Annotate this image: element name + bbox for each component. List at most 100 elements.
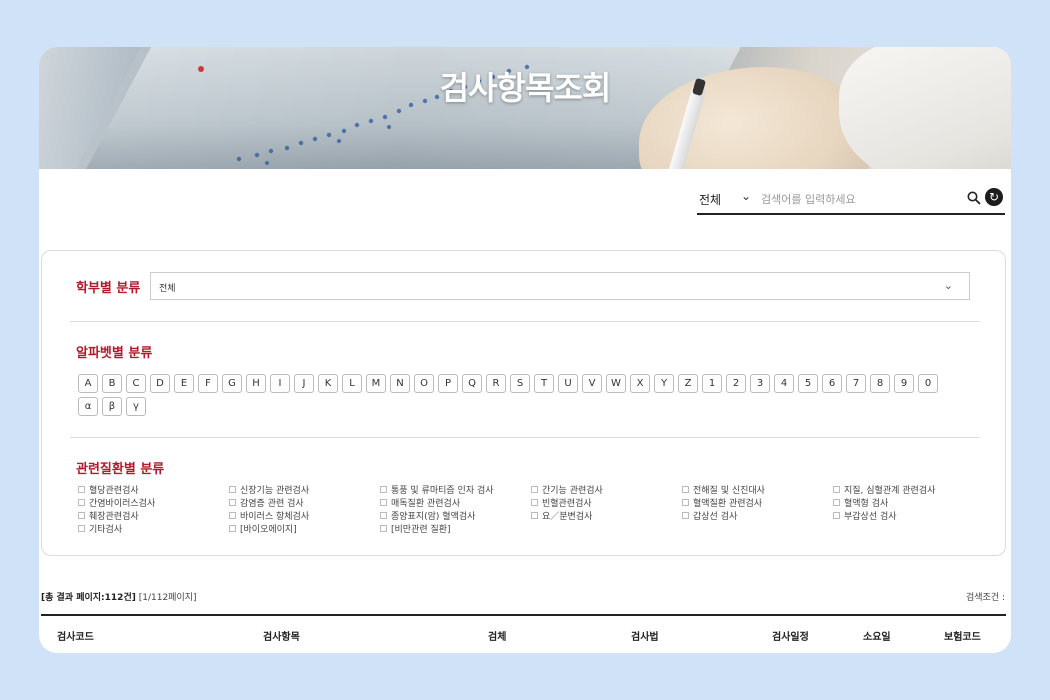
alpha-button[interactable]: N <box>390 374 410 393</box>
alpha-button[interactable]: G <box>222 374 242 393</box>
checkbox[interactable] <box>833 486 840 493</box>
alpha-button[interactable]: β <box>102 397 122 416</box>
alpha-button[interactable]: V <box>582 374 602 393</box>
checkbox[interactable] <box>682 499 689 506</box>
alpha-button[interactable]: Y <box>654 374 674 393</box>
alpha-button[interactable]: Q <box>462 374 482 393</box>
alpha-button[interactable]: 9 <box>894 374 914 393</box>
dept-filter-title: 학부별 분류 <box>76 281 141 296</box>
disease-checkbox-item[interactable]: 간기능 관련검사 <box>531 485 681 498</box>
disease-checkbox-item[interactable]: 혈액형 검사 <box>833 498 983 511</box>
disease-checkbox-item[interactable]: 빈혈관련검사 <box>531 498 681 511</box>
disease-checkbox-item[interactable]: [바이오에이지] <box>229 524 379 537</box>
checkbox[interactable] <box>229 486 236 493</box>
alpha-button[interactable]: I <box>270 374 290 393</box>
filter-panel: 학부별 분류 전체 ⌄ 알파벳별 분류 ABCDEFGHIJKLMNOPQRST… <box>41 250 1006 556</box>
checkbox[interactable] <box>531 486 538 493</box>
dept-select[interactable]: 전체 ⌄ <box>150 272 970 300</box>
alpha-button[interactable]: R <box>486 374 506 393</box>
disease-checkbox-item[interactable]: 혈당관련검사 <box>78 485 228 498</box>
refresh-icon[interactable]: ↻ <box>985 188 1003 206</box>
checkbox[interactable] <box>380 499 387 506</box>
disease-checkbox-item[interactable]: 바이러스 항체검사 <box>229 511 379 524</box>
alpha-button[interactable]: E <box>174 374 194 393</box>
checkbox[interactable] <box>229 525 236 532</box>
disease-column: 간기능 관련검사 빈혈관련검사 요／분변검사 <box>531 485 681 524</box>
checkbox[interactable] <box>380 525 387 532</box>
disease-checkbox-item[interactable]: 기타검사 <box>78 524 228 537</box>
disease-column: 전해질 및 신진대사 혈액질환 관련검사 갑상선 검사 <box>682 485 832 524</box>
checkbox-label: 간염바이러스검사 <box>89 499 156 509</box>
alpha-button[interactable]: 5 <box>798 374 818 393</box>
checkbox[interactable] <box>531 499 538 506</box>
checkbox[interactable] <box>229 512 236 519</box>
checkbox[interactable] <box>78 486 85 493</box>
search-scope-select[interactable]: 전체 <box>699 191 721 208</box>
alpha-button[interactable]: Z <box>678 374 698 393</box>
alpha-button[interactable]: H <box>246 374 266 393</box>
checkbox[interactable] <box>682 486 689 493</box>
checkbox[interactable] <box>380 486 387 493</box>
checkbox[interactable] <box>682 512 689 519</box>
alpha-button[interactable]: 3 <box>750 374 770 393</box>
disease-checkbox-item[interactable]: 종양표지(암) 혈액검사 <box>380 511 530 524</box>
alpha-button[interactable]: B <box>102 374 122 393</box>
alpha-button[interactable]: P <box>438 374 458 393</box>
alpha-button[interactable]: 0 <box>918 374 938 393</box>
checkbox[interactable] <box>531 512 538 519</box>
disease-checkbox-item[interactable]: 매독질환 관련검사 <box>380 498 530 511</box>
disease-checkbox-item[interactable]: 신장기능 관련검사 <box>229 485 379 498</box>
chevron-down-icon[interactable]: ⌄ <box>741 189 751 203</box>
alpha-button[interactable]: X <box>630 374 650 393</box>
alpha-button[interactable]: W <box>606 374 626 393</box>
disease-checkbox-item[interactable]: 전해질 및 신진대사 <box>682 485 832 498</box>
alpha-button[interactable]: 6 <box>822 374 842 393</box>
alpha-button[interactable]: D <box>150 374 170 393</box>
checkbox[interactable] <box>833 512 840 519</box>
disease-checkbox-item[interactable]: 간염바이러스검사 <box>78 498 228 511</box>
alpha-button[interactable]: M <box>366 374 386 393</box>
page-title: 검사항목조회 <box>439 69 612 107</box>
checkbox[interactable] <box>78 525 85 532</box>
column-header[interactable]: 보험코드 <box>944 628 981 643</box>
disease-checkbox-item[interactable]: 혈액질환 관련검사 <box>682 498 832 511</box>
checkbox[interactable] <box>380 512 387 519</box>
column-header[interactable]: 검사일정 <box>772 628 809 643</box>
column-header[interactable]: 검사항목 <box>263 628 300 643</box>
alpha-button[interactable]: A <box>78 374 98 393</box>
checkbox[interactable] <box>78 512 85 519</box>
column-header[interactable]: 검사코드 <box>57 628 94 643</box>
column-header[interactable]: 검체 <box>488 628 506 643</box>
alpha-button[interactable]: 4 <box>774 374 794 393</box>
disease-checkbox-item[interactable]: 통풍 및 류마티즘 인자 검사 <box>380 485 530 498</box>
alpha-button[interactable]: U <box>558 374 578 393</box>
disease-checkbox-item[interactable]: 부갑상선 검사 <box>833 511 983 524</box>
alpha-button[interactable]: α <box>78 397 98 416</box>
alpha-button[interactable]: O <box>414 374 434 393</box>
disease-checkbox-item[interactable]: 감염증 관련 검사 <box>229 498 379 511</box>
disease-checkbox-item[interactable]: 요／분변검사 <box>531 511 681 524</box>
checkbox[interactable] <box>833 499 840 506</box>
alpha-button[interactable]: 7 <box>846 374 866 393</box>
disease-checkbox-item[interactable]: 지질, 심혈관계 관련검사 <box>833 485 983 498</box>
checkbox[interactable] <box>78 499 85 506</box>
column-header[interactable]: 소요일 <box>863 628 891 643</box>
disease-checkbox-item[interactable]: [비만관련 질환] <box>380 524 530 537</box>
column-header[interactable]: 검사법 <box>631 628 659 643</box>
checkbox[interactable] <box>229 499 236 506</box>
alpha-button[interactable]: J <box>294 374 314 393</box>
search-icon[interactable] <box>967 191 981 205</box>
alpha-button[interactable]: 1 <box>702 374 722 393</box>
alpha-button[interactable]: C <box>126 374 146 393</box>
alpha-button[interactable]: S <box>510 374 530 393</box>
alpha-button[interactable]: γ <box>126 397 146 416</box>
alpha-button[interactable]: 8 <box>870 374 890 393</box>
alpha-button[interactable]: K <box>318 374 338 393</box>
disease-checkbox-item[interactable]: 췌장관련검사 <box>78 511 228 524</box>
alpha-button[interactable]: 2 <box>726 374 746 393</box>
search-input[interactable] <box>761 189 957 209</box>
alpha-button[interactable]: T <box>534 374 554 393</box>
alpha-button[interactable]: L <box>342 374 362 393</box>
disease-checkbox-item[interactable]: 갑상선 검사 <box>682 511 832 524</box>
alpha-button[interactable]: F <box>198 374 218 393</box>
